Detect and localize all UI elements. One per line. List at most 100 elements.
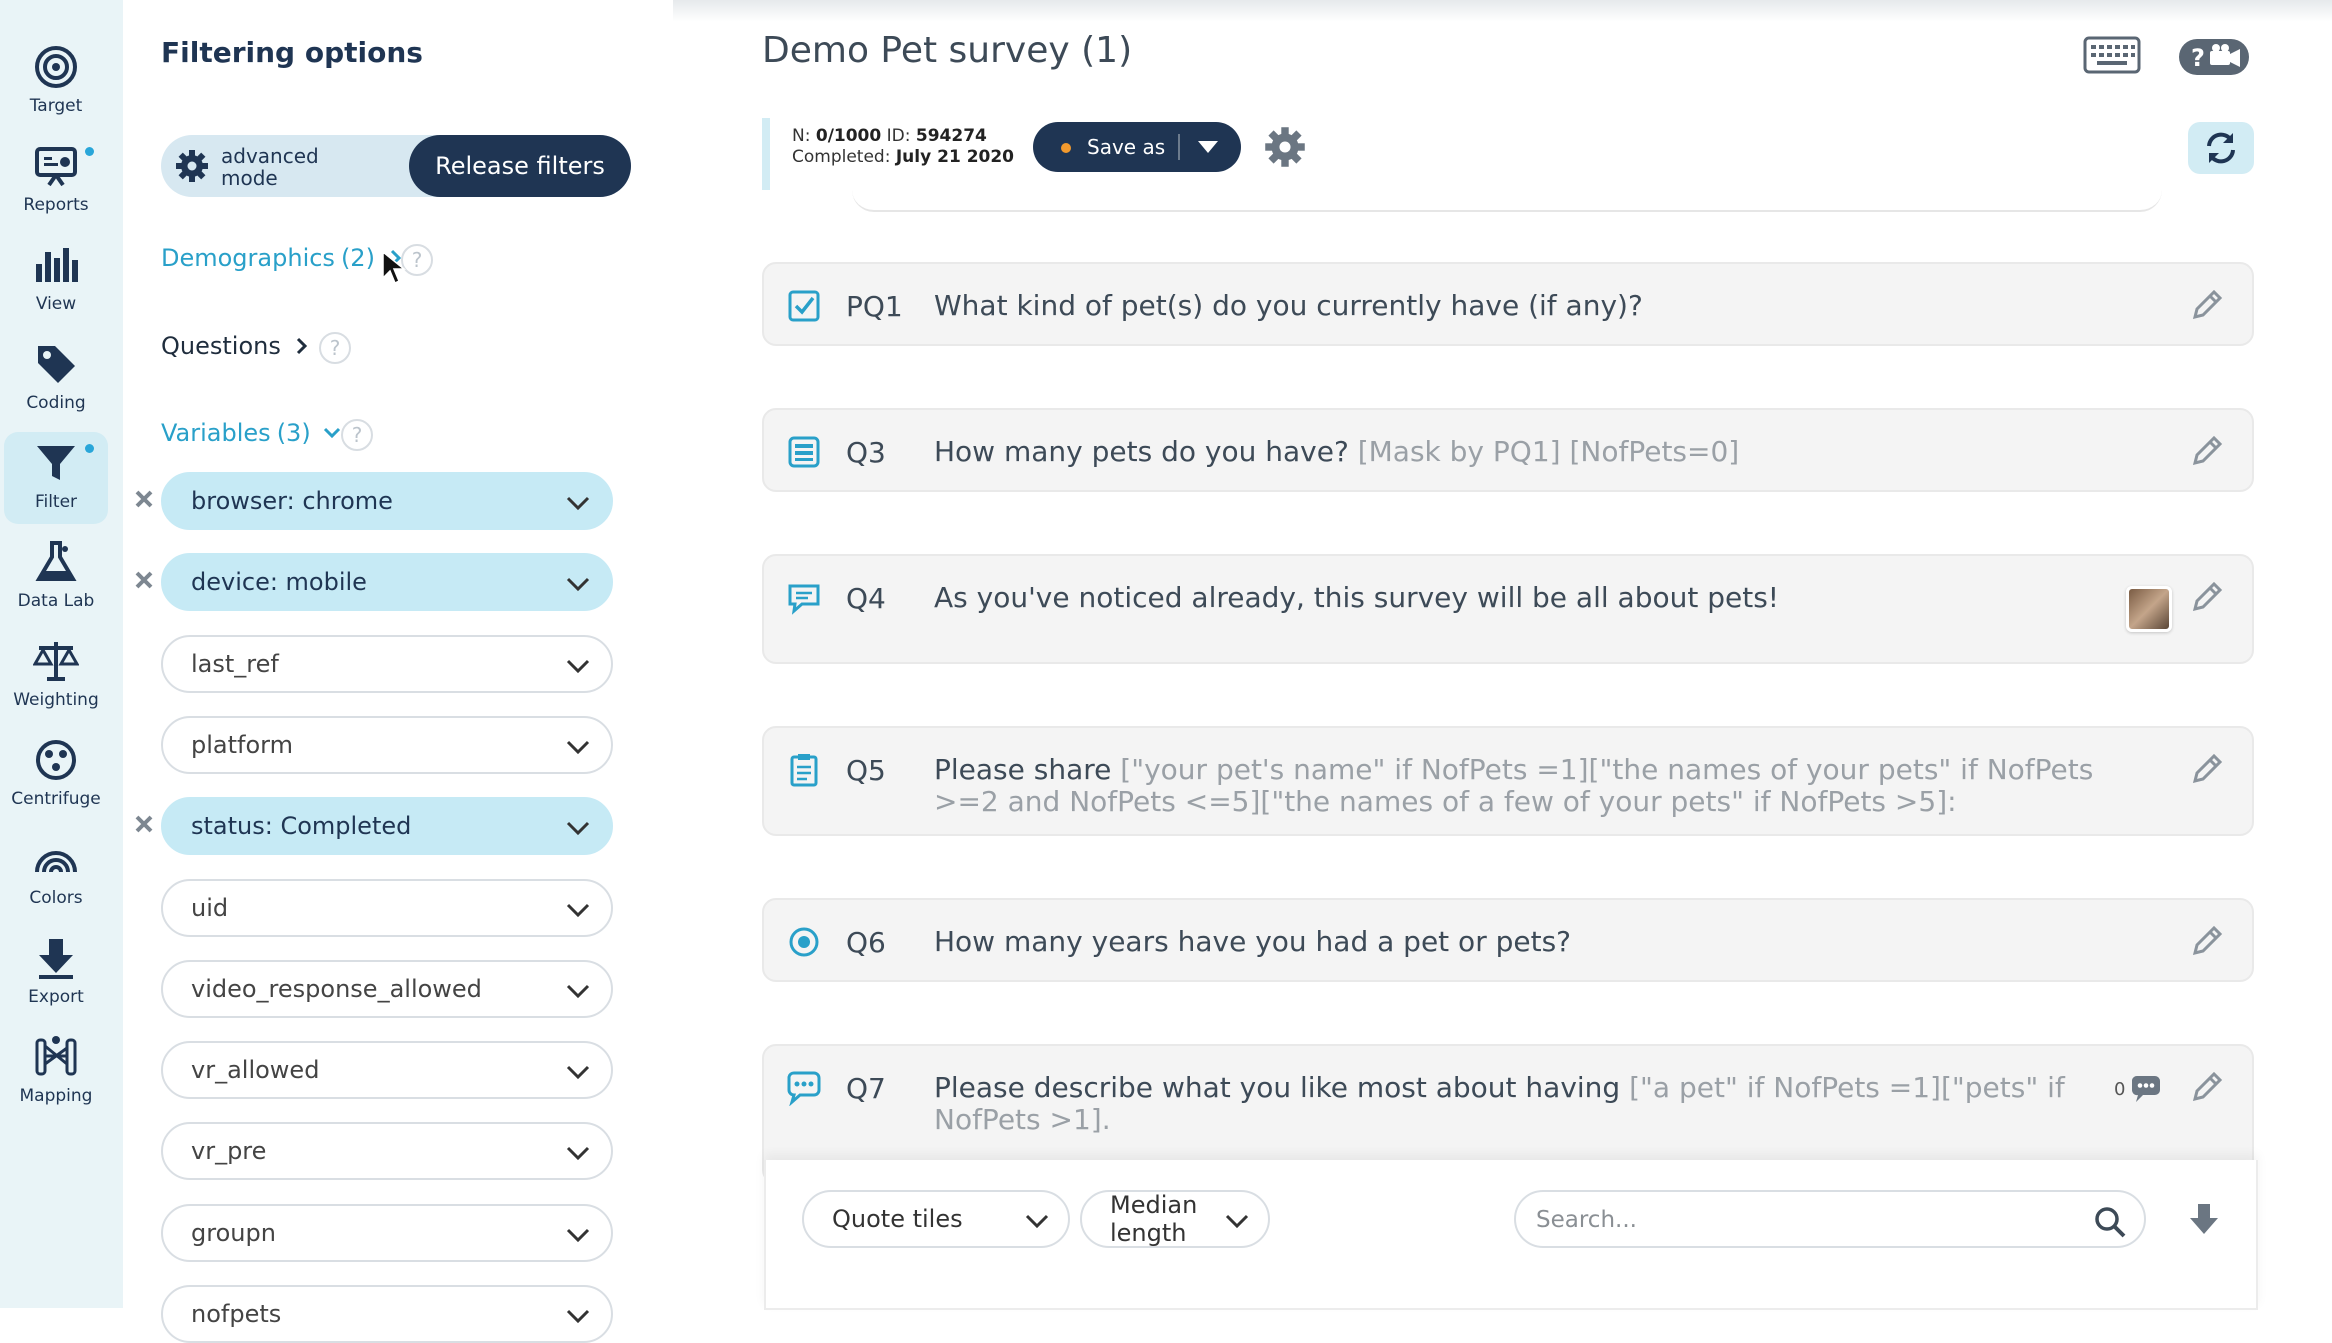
mapping-icon	[35, 1036, 77, 1076]
question-card[interactable]: Q3 How many pets do you have? [Mask by PQ…	[762, 408, 2254, 492]
search-box	[1514, 1190, 2146, 1248]
edit-pencil-icon[interactable]	[2190, 924, 2224, 958]
variable-label: platform	[191, 731, 293, 759]
navigation-rail: Target Reports View Coding Filter Data L…	[0, 0, 123, 1308]
view-mode-select[interactable]: Quote tiles	[802, 1190, 1070, 1248]
questions-help[interactable]: ?	[319, 332, 351, 364]
edit-pencil-icon[interactable]	[2190, 1070, 2224, 1104]
rail-item-data-lab[interactable]: Data Lab	[4, 531, 108, 623]
edit-pencil-icon[interactable]	[2190, 288, 2224, 322]
refresh-button[interactable]	[2188, 122, 2254, 174]
chat-icon	[787, 1071, 821, 1106]
rail-label: View	[35, 294, 77, 314]
sort-select[interactable]: Median length	[1080, 1190, 1270, 1248]
question-main-text: How many years have you had a pet or pet…	[934, 925, 1572, 958]
question-main-text: How many pets do you have?	[934, 435, 1358, 468]
settings-gear-icon[interactable]	[1264, 126, 1306, 168]
variables-section[interactable]: Variables (3)	[161, 419, 341, 447]
unsaved-dot	[1061, 143, 1071, 153]
media-thumbnail[interactable]	[2126, 586, 2172, 632]
question-card[interactable]: Q4 As you've noticed already, this survey…	[762, 554, 2254, 664]
survey-n-line: N: 0/1000 ID: 594274	[792, 126, 1062, 147]
filter-panel: Filtering options advanced mode Release …	[123, 0, 673, 1343]
svg-text:?: ?	[2191, 44, 2205, 72]
variable-select[interactable]: device: mobile	[161, 553, 613, 611]
download-icon[interactable]	[2188, 1202, 2220, 1236]
rail-item-target[interactable]: Target	[4, 36, 108, 128]
tag-icon	[38, 346, 75, 383]
variable-row: uid	[161, 879, 613, 937]
question-card[interactable]: Q6 How many years have you had a pet or p…	[762, 898, 2254, 982]
chevron-right-icon	[296, 337, 307, 355]
chevron-down-icon	[1225, 1214, 1249, 1229]
variable-label: vr_allowed	[191, 1056, 320, 1084]
survey-completed-line: Completed: July 21 2020	[792, 147, 1062, 168]
scale-icon	[33, 642, 79, 681]
variable-select[interactable]: platform	[161, 716, 613, 774]
variable-select[interactable]: video_response_allowed	[161, 960, 613, 1018]
rail-item-reports[interactable]: Reports	[4, 135, 108, 227]
survey-info: N: 0/1000 ID: 594274 Completed: July 21 …	[762, 118, 1062, 190]
rail-label: Reports	[23, 195, 89, 215]
search-input[interactable]	[1534, 1202, 2074, 1238]
variable-label: device: mobile	[191, 568, 367, 596]
comment-bubble-icon	[2132, 1075, 2161, 1102]
question-card[interactable]: PQ1 What kind of pet(s) do you currently …	[762, 262, 2254, 346]
rail-label: Centrifuge	[11, 789, 101, 809]
release-filters-button[interactable]: Release filters	[409, 135, 631, 197]
rail-item-colors[interactable]: Colors	[4, 828, 108, 920]
variable-select[interactable]: status: Completed	[161, 797, 613, 855]
section-label: Demographics	[161, 244, 335, 272]
variable-select[interactable]: vr_pre	[161, 1122, 613, 1180]
rail-item-filter[interactable]: Filter	[4, 432, 108, 524]
demographics-section[interactable]: Demographics (2)	[161, 244, 405, 272]
help-video-icon[interactable]: ?	[2178, 38, 2250, 76]
rail-item-view[interactable]: View	[4, 234, 108, 326]
speech-icon	[788, 584, 820, 615]
remove-filter-icon[interactable]	[133, 813, 155, 835]
variable-row: nofpets	[161, 1285, 613, 1343]
rail-label: Weighting	[13, 690, 99, 710]
variable-select[interactable]: last_ref	[161, 635, 613, 693]
variable-select[interactable]: uid	[161, 879, 613, 937]
questions-section[interactable]: Questions	[161, 332, 311, 360]
question-text: How many pets do you have? [Mask by PQ1]…	[934, 436, 2164, 468]
advanced-mode-toggle[interactable]: advanced mode Release filters	[161, 135, 631, 197]
remove-filter-icon[interactable]	[133, 569, 155, 591]
comment-counter[interactable]: 0	[2114, 1074, 2163, 1104]
search-icon[interactable]	[2094, 1206, 2126, 1238]
completed-label: Completed:	[792, 147, 891, 167]
rail-item-export[interactable]: Export	[4, 927, 108, 1019]
save-as-button[interactable]: Save as	[1033, 122, 1241, 172]
rail-label: Export	[28, 987, 84, 1007]
rail-item-weighting[interactable]: Weighting	[4, 630, 108, 722]
edit-pencil-icon[interactable]	[2190, 752, 2224, 786]
variable-select[interactable]: vr_allowed	[161, 1041, 613, 1099]
edit-pencil-icon[interactable]	[2190, 434, 2224, 468]
caret-down-icon[interactable]	[1197, 139, 1219, 155]
rail-item-mapping[interactable]: Mapping	[4, 1026, 108, 1118]
keyboard-icon[interactable]	[2083, 36, 2141, 76]
question-main-text: Please share	[934, 753, 1121, 786]
rail-item-coding[interactable]: Coding	[4, 333, 108, 425]
variable-label: groupn	[191, 1219, 276, 1247]
variable-select[interactable]: browser: chrome	[161, 472, 613, 530]
question-card[interactable]: Q5 Please share ["your pet's name" if Nof…	[762, 726, 2254, 836]
edit-pencil-icon[interactable]	[2190, 580, 2224, 614]
rainbow-icon	[35, 851, 77, 873]
remove-filter-icon[interactable]	[133, 488, 155, 510]
variable-select[interactable]: groupn	[161, 1204, 613, 1262]
radio-icon	[789, 927, 819, 957]
chevron-down-icon	[566, 577, 590, 592]
variable-select[interactable]: nofpets	[161, 1285, 613, 1343]
flask-icon	[35, 541, 77, 581]
chevron-down-icon	[566, 821, 590, 836]
rail-item-centrifuge[interactable]: Centrifuge	[4, 729, 108, 821]
question-text: As you've noticed already, this survey w…	[934, 582, 2164, 614]
variable-label: uid	[191, 894, 229, 922]
question-main-text: What kind of pet(s) do you currently hav…	[934, 289, 1643, 322]
section-count: (3)	[276, 419, 311, 447]
variable-label: video_response_allowed	[191, 975, 482, 1003]
question-text: What kind of pet(s) do you currently hav…	[934, 290, 2164, 322]
variables-help[interactable]: ?	[341, 419, 373, 451]
